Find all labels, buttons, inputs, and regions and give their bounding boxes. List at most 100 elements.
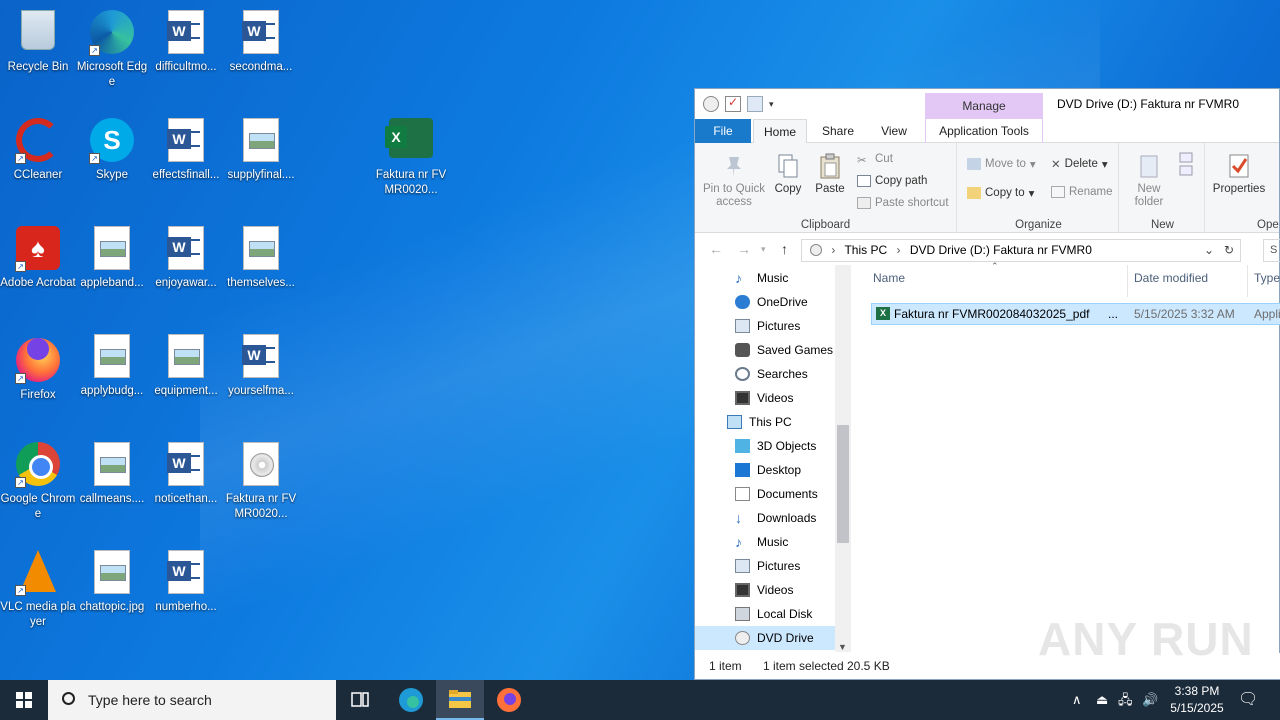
tab-file[interactable]: File bbox=[695, 119, 751, 143]
pin-quick-access-button[interactable]: Pin to Quick access bbox=[701, 153, 767, 209]
new-folder-icon[interactable] bbox=[747, 96, 763, 112]
sidebar-item-searches[interactable]: Searches bbox=[695, 362, 835, 386]
breadcrumb-current[interactable]: DVD Drive (D:) Faktura nr FVMR0 bbox=[910, 243, 1092, 257]
column-divider[interactable] bbox=[1247, 265, 1248, 297]
sidebar-item-downloads[interactable]: ↓ Downloads bbox=[695, 506, 835, 530]
desktop-icon-appleband[interactable]: appleband... bbox=[74, 220, 150, 291]
desktop-icon-microsoft-edge[interactable]: ↗ Microsoft Edge bbox=[74, 4, 150, 90]
nav-scrollbar[interactable]: ▼ bbox=[835, 265, 851, 652]
sidebar-item-videos[interactable]: Videos bbox=[695, 578, 835, 602]
rename-button[interactable]: Rename bbox=[1051, 186, 1112, 198]
desktop-icon-chattopic[interactable]: chattopic.jpg bbox=[74, 544, 150, 615]
sidebar-item-pictures[interactable]: Pictures bbox=[695, 314, 835, 338]
new-item-button[interactable] bbox=[1173, 151, 1201, 181]
network-icon[interactable]: 🖧 bbox=[1118, 680, 1133, 720]
desktop-icon-skype[interactable]: S ↗ Skype bbox=[74, 112, 150, 183]
scrollbar-thumb[interactable] bbox=[837, 425, 849, 543]
sidebar-item-label: Downloads bbox=[757, 511, 817, 525]
desktop-icon-equipment[interactable]: equipment... bbox=[148, 328, 224, 399]
new-folder-button[interactable]: New folder bbox=[1129, 153, 1169, 209]
desktop-icon-applybudg[interactable]: applybudg... bbox=[74, 328, 150, 399]
taskbar-edge-button[interactable] bbox=[387, 680, 435, 720]
desktop-icon-supplyfinal[interactable]: supplyfinal.... bbox=[223, 112, 299, 183]
cut-button[interactable]: ✂ Cut bbox=[857, 153, 893, 167]
sidebar-item-desktop[interactable]: Desktop bbox=[695, 458, 835, 482]
tab-share[interactable]: Share bbox=[813, 119, 863, 143]
file-explorer-window[interactable]: ▾ Manage DVD Drive (D:) Faktura nr FVMR0… bbox=[694, 88, 1280, 680]
back-arrow-icon[interactable]: ← bbox=[709, 241, 723, 257]
sidebar-item-3d-objects[interactable]: 3D Objects bbox=[695, 434, 835, 458]
copy-button[interactable]: Copy bbox=[771, 153, 805, 196]
desktop-icon-google-chrome[interactable]: ↗ Google Chrome bbox=[0, 436, 76, 522]
forward-arrow-icon[interactable]: → bbox=[737, 241, 751, 257]
properties-icon[interactable] bbox=[725, 95, 741, 112]
videos-icon bbox=[735, 391, 750, 405]
column-header-type[interactable]: Type bbox=[1254, 271, 1280, 285]
address-bar[interactable]: › This PC › DVD Drive (D:) Faktura nr FV… bbox=[801, 239, 1241, 262]
desktop-icon-numberho[interactable]: W numberho... bbox=[148, 544, 224, 615]
title-bar[interactable]: ▾ Manage DVD Drive (D:) Faktura nr FVMR0 bbox=[695, 89, 1279, 119]
task-view-button[interactable] bbox=[336, 680, 384, 720]
address-dropdown-icon[interactable]: ⌄ bbox=[1204, 240, 1214, 261]
desktop-icon-secondma[interactable]: W secondma... bbox=[223, 4, 299, 75]
sidebar-item-music[interactable]: ♪ Music bbox=[695, 266, 835, 290]
search-input[interactable]: S bbox=[1263, 239, 1280, 262]
desktop-icon-faktura-excel[interactable]: X Faktura nr FVMR0020... bbox=[373, 112, 449, 198]
taskbar-search-box[interactable]: Type here to search bbox=[48, 680, 336, 720]
up-arrow-icon[interactable]: ↑ bbox=[781, 241, 788, 257]
sidebar-item-videos[interactable]: Videos bbox=[695, 386, 835, 410]
properties-button[interactable]: Properties bbox=[1209, 153, 1269, 196]
desktop-icon-yourselfma[interactable]: W yourselfma... bbox=[223, 328, 299, 399]
desktop-icon-noticethan[interactable]: W noticethan... bbox=[148, 436, 224, 507]
tab-application-tools[interactable]: Application Tools bbox=[925, 119, 1043, 143]
breadcrumb-this-pc[interactable]: This PC bbox=[844, 243, 887, 257]
start-button[interactable] bbox=[0, 680, 48, 720]
column-header-date[interactable]: Date modified bbox=[1134, 271, 1208, 285]
sidebar-item-onedrive[interactable]: OneDrive bbox=[695, 290, 835, 314]
paste-button[interactable]: Paste bbox=[811, 153, 849, 196]
column-divider[interactable] bbox=[1127, 265, 1128, 297]
sidebar-item-local-disk-c[interactable]: Local Disk (C:) bbox=[695, 602, 835, 645]
sidebar-item-pictures[interactable]: Pictures bbox=[695, 554, 835, 578]
desktop-icon-faktura-disc[interactable]: Faktura nr FVMR0020... bbox=[223, 436, 299, 522]
drive-icon[interactable] bbox=[703, 96, 719, 112]
scroll-down-icon[interactable]: ▼ bbox=[838, 642, 847, 652]
delete-button[interactable]: ✕ Delete ▾ bbox=[1051, 157, 1108, 171]
tab-view[interactable]: View bbox=[869, 119, 919, 143]
copy-to-button[interactable]: Copy to ▾ bbox=[967, 186, 1034, 200]
desktop-icon-adobe-acrobat[interactable]: ♠ ↗ Adobe Acrobat bbox=[0, 220, 76, 291]
desktop-icon-effectsfinall[interactable]: W effectsfinall... bbox=[148, 112, 224, 183]
copy-path-button[interactable]: Copy path bbox=[857, 175, 927, 187]
refresh-icon[interactable]: ↻ bbox=[1224, 240, 1234, 261]
desktop-icon-enjoyawar[interactable]: W enjoyawar... bbox=[148, 220, 224, 291]
notification-icon[interactable]: 🗨 bbox=[1238, 680, 1258, 720]
taskbar-firefox-button[interactable] bbox=[485, 680, 533, 720]
desktop-icon-themselves[interactable]: themselves... bbox=[223, 220, 299, 291]
sidebar-item-saved-games[interactable]: Saved Games bbox=[695, 338, 835, 362]
excel-icon: X bbox=[385, 118, 434, 164]
usb-device-icon[interactable]: ⏏ bbox=[1096, 680, 1108, 720]
recent-chevron-icon[interactable]: ▾ bbox=[761, 244, 766, 255]
move-to-button[interactable]: Move to ▾ bbox=[967, 157, 1036, 171]
system-clock[interactable]: 3:38 PM 5/15/2025 bbox=[1162, 683, 1232, 717]
desktop-icon-firefox[interactable]: ↗ Firefox bbox=[0, 328, 76, 403]
chevron-up-icon[interactable]: ∧ bbox=[1072, 680, 1082, 720]
tab-home[interactable]: Home bbox=[753, 119, 807, 143]
table-row[interactable]: X Faktura nr FVMR002084032025_pdf ... 5/… bbox=[871, 303, 1280, 325]
sidebar-item-dvd-drive-d[interactable]: DVD Drive (D:) bbox=[695, 626, 835, 650]
column-header-name[interactable]: Name bbox=[873, 271, 905, 285]
folder-icon bbox=[449, 690, 471, 708]
volume-icon[interactable]: 🔊 bbox=[1142, 680, 1158, 720]
desktop-icon-callmeans[interactable]: callmeans.... bbox=[74, 436, 150, 507]
sidebar-item-documents[interactable]: Documents bbox=[695, 482, 835, 506]
desktop-icon-difficultmo[interactable]: W difficultmo... bbox=[148, 4, 224, 75]
sidebar-item-this-pc[interactable]: This PC bbox=[695, 410, 835, 434]
tab-manage[interactable]: Manage bbox=[925, 93, 1043, 119]
desktop-icon-vlc[interactable]: ↗ VLC media player bbox=[0, 544, 76, 630]
chevron-down-icon[interactable]: ▾ bbox=[769, 96, 779, 112]
taskbar-file-explorer-button[interactable] bbox=[436, 680, 484, 720]
desktop-icon-recycle-bin[interactable]: Recycle Bin bbox=[0, 4, 76, 75]
sidebar-item-music[interactable]: ♪ Music bbox=[695, 530, 835, 554]
desktop-icon-ccleaner[interactable]: ↗ CCleaner bbox=[0, 112, 76, 183]
paste-shortcut-button[interactable]: Paste shortcut bbox=[857, 197, 949, 209]
